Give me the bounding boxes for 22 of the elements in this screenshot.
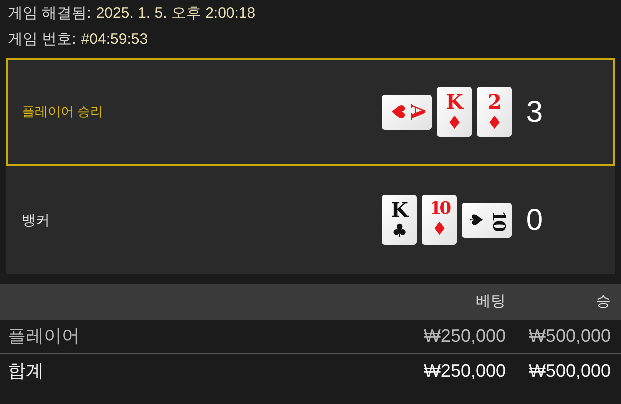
table-cell-text: ₩250,000 bbox=[422, 360, 507, 382]
table-cell-text: ₩500,000 bbox=[528, 360, 612, 382]
playing-card: 10 ♦ bbox=[422, 195, 458, 245]
hand-score: 3 bbox=[526, 94, 543, 130]
info-label: 게임 해결됨: bbox=[8, 4, 92, 24]
playing-card: ♠ 10 bbox=[462, 202, 512, 238]
info-label: 게임 번호: bbox=[8, 30, 76, 50]
playing-card: 2 ♦ bbox=[477, 87, 512, 137]
table-cell-text: 합계 bbox=[7, 360, 45, 382]
table-cell-text: 플레이어 bbox=[7, 325, 81, 348]
hand-name: 뱅커 bbox=[22, 210, 51, 230]
table-cell-text: ₩500,000 bbox=[528, 325, 612, 348]
playing-card: ♥ A bbox=[382, 94, 432, 130]
playing-card: K ♣ bbox=[382, 195, 418, 245]
hand-score: 0 bbox=[526, 202, 543, 238]
column-header: 승 bbox=[595, 292, 612, 312]
info-value: #04:59:53 bbox=[81, 30, 148, 50]
info-value: 2025. 1. 5. 오후 2:00:18 bbox=[96, 4, 256, 24]
column-header: 베팅 bbox=[475, 292, 507, 312]
playing-card: K ♦ bbox=[437, 87, 472, 137]
table-cell-text: ₩250,000 bbox=[422, 325, 507, 348]
hand-name: 플레이어 승리 bbox=[22, 103, 105, 122]
